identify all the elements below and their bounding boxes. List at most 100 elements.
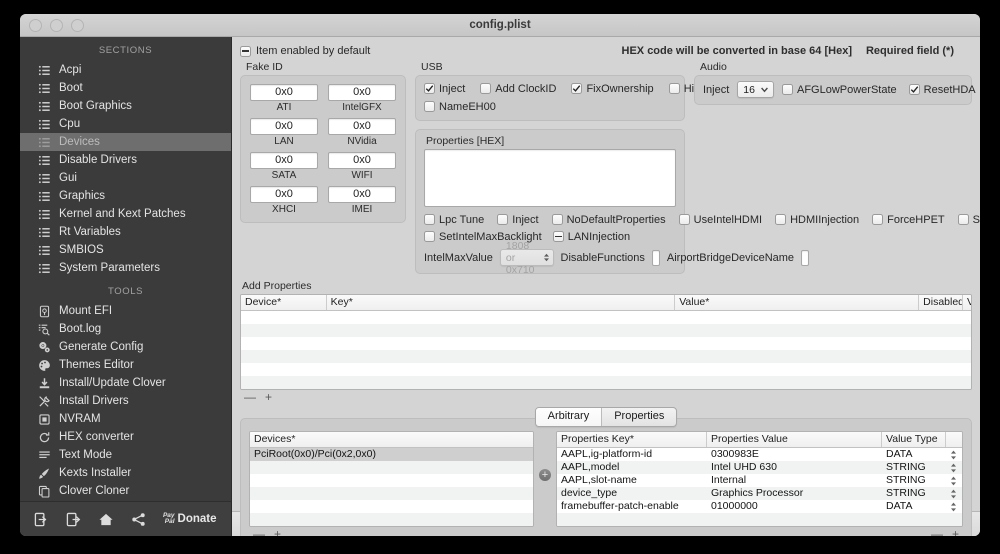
checkbox-row-afglowpowerstate[interactable]: AFGLowPowerState — [781, 84, 897, 96]
sidebar-tool-boot-log[interactable]: Boot.log — [20, 320, 231, 338]
sidebar-tool-install-update-clover[interactable]: Install/Update Clover — [20, 374, 231, 392]
sidebar-item-disable-drivers[interactable]: Disable Drivers — [20, 151, 231, 169]
checkbox-useintelhdmi[interactable] — [678, 214, 690, 225]
checkbox-row-add-clockid[interactable]: Add ClockID — [480, 83, 556, 95]
donate-button[interactable]: Pay Pal Donate — [163, 512, 217, 526]
table-row[interactable] — [241, 311, 971, 324]
minimize-button[interactable] — [50, 18, 63, 32]
properties-row[interactable]: AAPL,ig-platform-id 0300983E DATA — [557, 448, 962, 461]
properties-add-button[interactable]: + — [952, 528, 959, 536]
sidebar-item-boot-graphics[interactable]: Boot Graphics — [20, 97, 231, 115]
value-type-stepper[interactable] — [946, 487, 962, 500]
sidebar-tool-text-mode[interactable]: Text Mode — [20, 446, 231, 464]
sidebar-tool-clover-cloner[interactable]: Clover Cloner — [20, 482, 231, 500]
checkbox-fixownership[interactable] — [571, 83, 583, 94]
checkbox-lpc-tune[interactable] — [424, 214, 435, 225]
fake-id-input-ati[interactable]: 0x0 — [250, 84, 318, 101]
checkbox-laninjection[interactable] — [552, 231, 564, 242]
checkbox-row-laninjection[interactable]: LANInjection — [552, 231, 630, 243]
import-icon[interactable] — [34, 512, 49, 527]
properties-remove-button[interactable]: — — [931, 528, 943, 536]
sidebar-item-gui[interactable]: Gui — [20, 169, 231, 187]
sidebar-tool-generate-config[interactable]: Generate Config — [20, 338, 231, 356]
export-icon[interactable] — [66, 512, 81, 527]
fake-id-input-sata[interactable]: 0x0 — [250, 152, 318, 169]
properties-hex-textarea[interactable] — [424, 149, 676, 207]
sidebar-tool-mount-efi[interactable]: Mount EFI — [20, 302, 231, 320]
checkbox-setintelbacklight[interactable] — [957, 214, 969, 225]
close-button[interactable] — [29, 18, 42, 32]
table-row[interactable] — [241, 363, 971, 376]
sidebar-tool-kexts-installer[interactable]: Kexts Installer — [20, 464, 231, 482]
sidebar-item-system-parameters[interactable]: System Parameters — [20, 259, 231, 277]
intel-max-value-select[interactable]: 1808 or 0x710 — [499, 240, 554, 276]
tab-properties[interactable]: Properties — [601, 408, 676, 426]
devices-remove-button[interactable]: — — [253, 528, 265, 536]
checkbox-setintelmaxbacklight[interactable] — [424, 231, 435, 242]
value-type-stepper[interactable] — [946, 461, 962, 474]
share-icon[interactable] — [131, 512, 146, 527]
checkbox-nodefaultproperties[interactable] — [551, 214, 563, 225]
checkbox-nameeh00[interactable] — [424, 101, 435, 112]
fake-id-input-lan[interactable]: 0x0 — [250, 118, 318, 135]
properties-row[interactable]: AAPL,slot-name Internal STRING — [557, 474, 962, 487]
fake-id-input-xhci[interactable]: 0x0 — [250, 186, 318, 203]
sidebar-item-boot[interactable]: Boot — [20, 79, 231, 97]
checkbox-hdmiinjection[interactable] — [775, 214, 787, 225]
item-enabled-row[interactable]: Item enabled by default — [240, 45, 370, 57]
link-add-button[interactable]: + — [539, 469, 551, 481]
disable-functions-input[interactable] — [651, 249, 660, 266]
checkbox-row-fixownership[interactable]: FixOwnership — [571, 83, 654, 95]
devices-row[interactable] — [250, 461, 533, 474]
devices-row[interactable]: PciRoot(0x0)/Pci(0x2,0x0) — [250, 448, 533, 461]
add-properties-table[interactable]: Device*Key*Value*DisabledValue Type — [240, 294, 972, 390]
sidebar-item-cpu[interactable]: Cpu — [20, 115, 231, 133]
checkbox-resethda[interactable] — [908, 84, 920, 95]
checkbox-row-nodefaultproperties[interactable]: NoDefaultProperties — [551, 214, 666, 226]
home-icon[interactable] — [98, 512, 114, 527]
checkbox-row-inject[interactable]: Inject — [424, 83, 465, 95]
checkbox-row-lpc-tune[interactable]: Lpc Tune — [424, 214, 484, 226]
value-type-stepper[interactable] — [946, 448, 962, 461]
checkbox-afglowpowerstate[interactable] — [781, 84, 793, 95]
fake-id-input-imei[interactable]: 0x0 — [328, 186, 396, 203]
checkbox-row-resethda[interactable]: ResetHDA — [908, 84, 976, 96]
checkbox-forcehpet[interactable] — [872, 214, 884, 225]
value-type-stepper[interactable] — [946, 500, 962, 513]
fake-id-input-nvidia[interactable]: 0x0 — [328, 118, 396, 135]
checkbox-inject[interactable] — [424, 83, 435, 94]
table-row[interactable] — [241, 324, 971, 337]
sidebar-item-acpi[interactable]: Acpi — [20, 61, 231, 79]
table-row[interactable] — [241, 337, 971, 350]
sidebar-tool-nvram[interactable]: NVRAM — [20, 410, 231, 428]
devices-row[interactable] — [250, 500, 533, 513]
item-enabled-checkbox[interactable] — [240, 45, 251, 57]
add-properties-add-button[interactable]: + — [265, 391, 272, 403]
add-properties-remove-button[interactable]: — — [244, 391, 256, 403]
checkbox-row-setintelbacklight[interactable]: SetIntelBacklight — [957, 214, 980, 226]
properties-table[interactable]: Properties Key* Properties Value Value Typ… — [556, 431, 963, 527]
sidebar-item-kernel-and-kext-patches[interactable]: Kernel and Kext Patches — [20, 205, 231, 223]
checkbox-row-forcehpet[interactable]: ForceHPET — [872, 214, 945, 226]
checkbox-row-hdmiinjection[interactable]: HDMIInjection — [775, 214, 859, 226]
tab-arbitrary[interactable]: Arbitrary — [535, 408, 602, 426]
sidebar-item-devices[interactable]: Devices — [20, 133, 231, 151]
sidebar-tool-hex-converter[interactable]: HEX converter — [20, 428, 231, 446]
sidebar-tool-install-drivers[interactable]: Install Drivers — [20, 392, 231, 410]
sidebar-item-smbios[interactable]: SMBIOS — [20, 241, 231, 259]
checkbox-inject[interactable] — [497, 214, 509, 225]
audio-inject-select[interactable]: 16 — [737, 81, 774, 98]
value-type-stepper[interactable] — [946, 474, 962, 487]
checkbox-row-inject[interactable]: Inject — [497, 214, 539, 226]
devices-row[interactable] — [250, 513, 533, 526]
sidebar-tool-themes-editor[interactable]: Themes Editor — [20, 356, 231, 374]
airport-bridge-input[interactable] — [801, 249, 810, 266]
properties-row[interactable]: device_type Graphics Processor STRING — [557, 487, 962, 500]
checkbox-row-nameeh00[interactable]: NameEH00 — [424, 101, 496, 113]
properties-row[interactable]: framebuffer-patch-enable 01000000 DATA — [557, 500, 962, 513]
properties-row[interactable] — [557, 513, 962, 526]
checkbox-add-clockid[interactable] — [480, 83, 492, 94]
fake-id-input-wifi[interactable]: 0x0 — [328, 152, 396, 169]
sidebar-item-rt-variables[interactable]: Rt Variables — [20, 223, 231, 241]
table-row[interactable] — [241, 350, 971, 363]
